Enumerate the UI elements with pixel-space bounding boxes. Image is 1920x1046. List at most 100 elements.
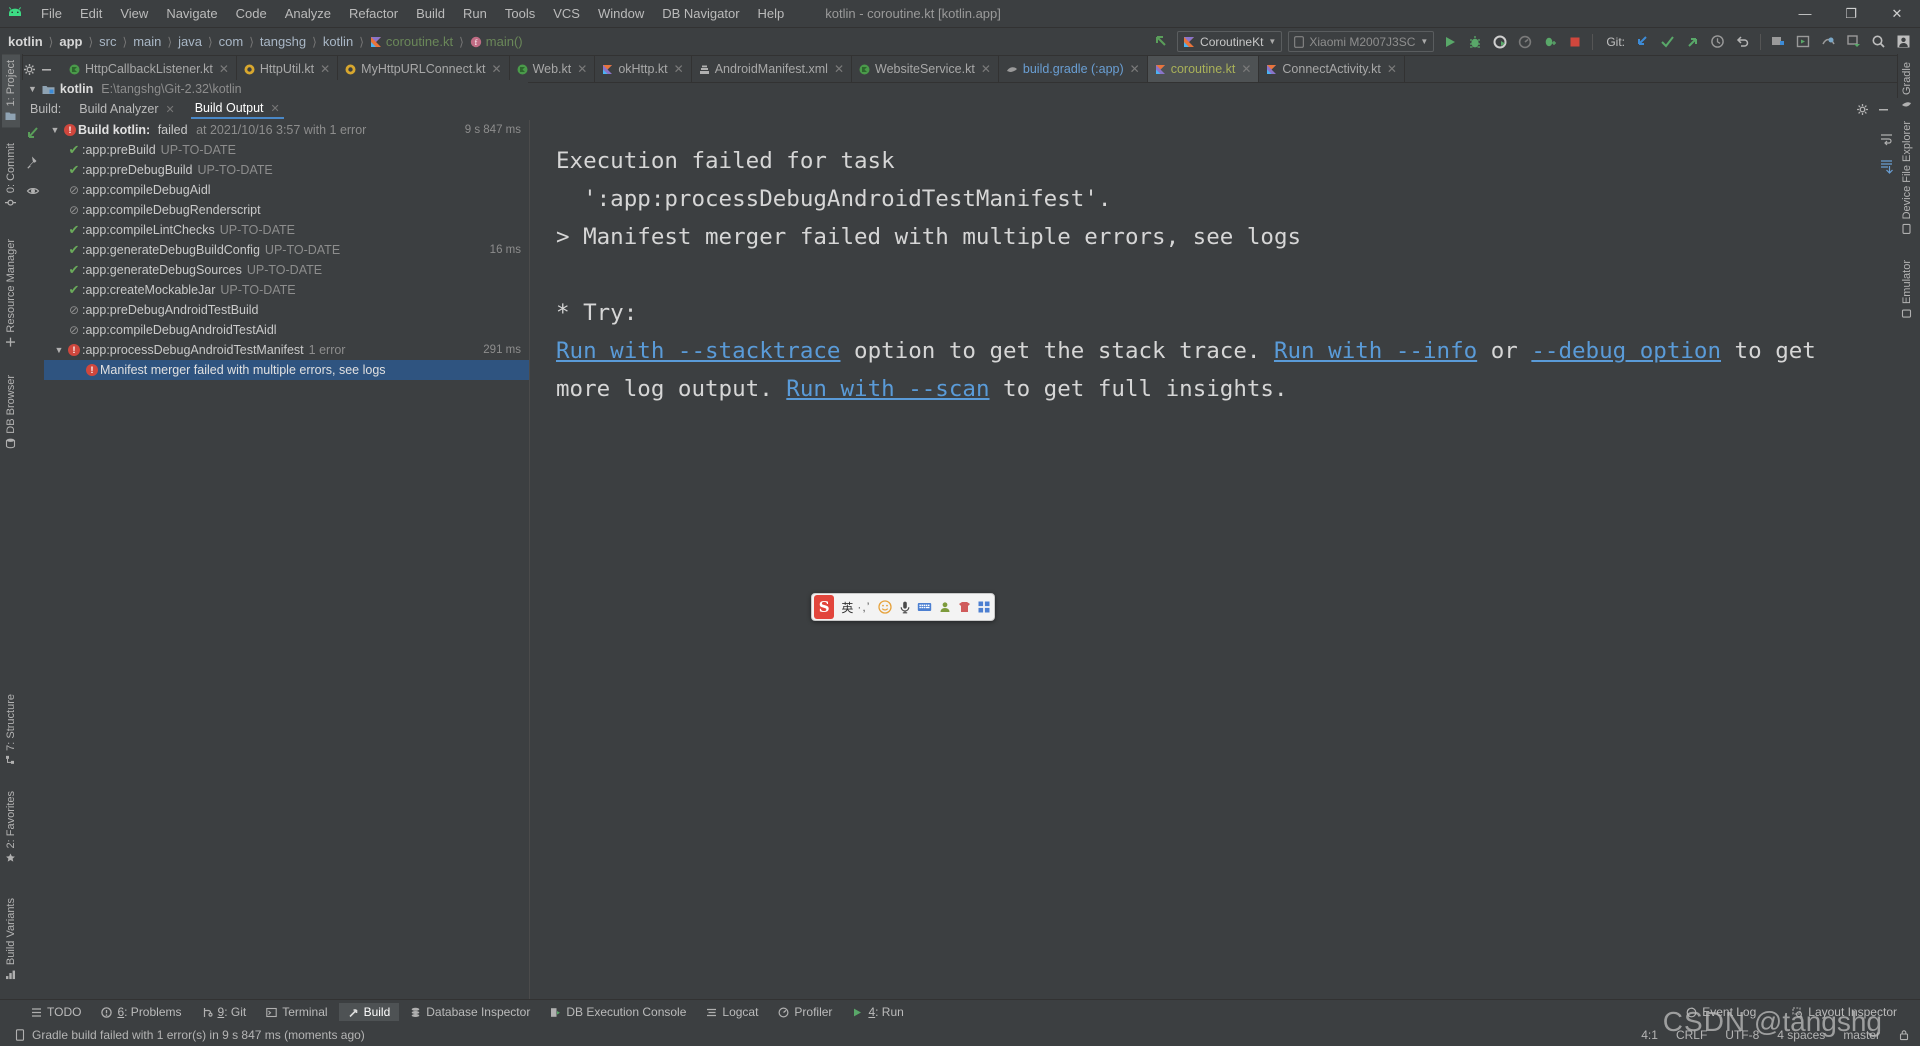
menu-code[interactable]: Code	[227, 4, 276, 23]
run-button[interactable]	[1439, 31, 1460, 52]
attach-debugger-button[interactable]	[1539, 31, 1560, 52]
link-info[interactable]: Run with --info	[1274, 338, 1477, 364]
ime-toolbar[interactable]: S 英 ·,’	[811, 593, 995, 621]
minimize-button[interactable]: —	[1782, 0, 1828, 27]
navigate-back-icon[interactable]	[1151, 31, 1172, 52]
maximize-button[interactable]: ❐	[1828, 0, 1874, 27]
minimize-panel-icon[interactable]	[1877, 103, 1890, 116]
layout-inspector-icon[interactable]	[1818, 31, 1839, 52]
tree-row-task[interactable]: ✔ :app:compileLintChecks UP-TO-DATE	[44, 220, 529, 240]
bottom-tab-db-execution-console[interactable]: DB Execution Console	[541, 1003, 695, 1021]
link-debug[interactable]: --debug option	[1531, 338, 1721, 364]
close-icon[interactable]: ✕	[219, 62, 229, 76]
breadcrumb-item-java[interactable]: java	[178, 34, 202, 49]
bottom-tab-run[interactable]: 4: Run	[843, 1003, 912, 1021]
avd-manager-icon[interactable]	[1768, 31, 1789, 52]
editor-tab-7[interactable]: build.gradle (:app) ✕	[999, 56, 1148, 82]
sidebar-item-build-variants[interactable]: Build Variants	[2, 892, 20, 986]
rerun-build-icon[interactable]	[26, 126, 41, 141]
editor-tab-3[interactable]: Web.kt ✕	[510, 56, 596, 82]
search-everywhere-icon[interactable]	[1868, 31, 1889, 52]
sidebar-item-gradle[interactable]: Gradle	[1898, 56, 1916, 115]
breadcrumb-item-app[interactable]: app	[59, 34, 82, 49]
project-root-row[interactable]: ▼ kotlin E:\tangshg\Git-2.32\kotlin	[22, 80, 528, 98]
user-icon[interactable]	[937, 599, 953, 616]
tree-row-failed-task[interactable]: ▼ ! :app:processDebugAndroidTestManifest…	[44, 340, 529, 360]
profiler-button[interactable]	[1514, 31, 1535, 52]
menu-run[interactable]: Run	[454, 4, 496, 23]
close-icon[interactable]: ✕	[674, 62, 684, 76]
editor-tab-5[interactable]: AndroidManifest.xml ✕	[692, 56, 853, 82]
soft-wrap-icon[interactable]	[1879, 132, 1894, 147]
toggle-view-icon[interactable]	[26, 184, 41, 199]
tree-row-task[interactable]: ✔ :app:preBuild UP-TO-DATE	[44, 140, 529, 160]
indent-setting[interactable]: 4 spaces	[1777, 1028, 1825, 1042]
bottom-tab-layout-inspector[interactable]: Layout Inspector	[1783, 1003, 1906, 1021]
settings-gear-icon[interactable]	[1856, 103, 1869, 116]
breadcrumb-item-com[interactable]: com	[219, 34, 244, 49]
menu-tools[interactable]: Tools	[496, 4, 544, 23]
bottom-tab-problems[interactable]: 6: Problems	[92, 1003, 190, 1021]
build-output-tree[interactable]: ▼ ! Build kotlin: failed at 2021/10/16 3…	[44, 120, 530, 1000]
bottom-tab-database-inspector[interactable]: Database Inspector	[401, 1003, 539, 1021]
run-with-coverage-button[interactable]	[1489, 31, 1510, 52]
hide-panel-icon[interactable]	[40, 63, 53, 76]
close-icon[interactable]: ✕	[1387, 62, 1397, 76]
lock-icon[interactable]	[1898, 1029, 1910, 1041]
debug-button[interactable]	[1464, 31, 1485, 52]
device-selector[interactable]: Xiaomi M2007J3SC ▼	[1288, 31, 1435, 52]
sidebar-item-db-browser[interactable]: DB Browser	[2, 369, 20, 455]
build-output-console[interactable]: Execution failed for task ':app:processD…	[530, 120, 1898, 1000]
skin-icon[interactable]	[956, 599, 972, 616]
close-icon[interactable]: ✕	[166, 103, 175, 116]
caret-position[interactable]: 4:1	[1641, 1028, 1658, 1042]
tab-build-analyzer[interactable]: Build Analyzer ✕	[75, 100, 178, 118]
file-encoding[interactable]: UTF-8	[1725, 1028, 1759, 1042]
editor-tab-4[interactable]: okHttp.kt ✕	[595, 56, 692, 82]
run-configuration-selector[interactable]: CoroutineKt ▼	[1177, 31, 1283, 52]
breadcrumb-item-src[interactable]: src	[99, 34, 116, 49]
sogou-logo-icon[interactable]: S	[814, 595, 835, 619]
device-explorer-icon[interactable]	[1843, 31, 1864, 52]
line-separator[interactable]: CRLF	[1676, 1028, 1707, 1042]
link-stacktrace[interactable]: Run with --stacktrace	[556, 338, 840, 364]
bottom-tab-todo[interactable]: TODO	[22, 1003, 90, 1021]
tree-row-task[interactable]: ⊘ :app:compileDebugAidl	[44, 180, 529, 200]
close-icon[interactable]: ✕	[320, 62, 330, 76]
link-scan[interactable]: Run with --scan	[786, 376, 989, 402]
close-icon[interactable]: ✕	[577, 62, 587, 76]
rollback-icon[interactable]	[1732, 31, 1753, 52]
chevron-down-icon[interactable]: ▼	[48, 125, 62, 135]
breadcrumb-item-func[interactable]: main()	[486, 34, 523, 49]
sidebar-item-commit[interactable]: 0: Commit	[2, 137, 20, 214]
sidebar-item-favorites[interactable]: 2: Favorites	[2, 785, 20, 869]
breadcrumb-item-kotlin-pkg[interactable]: kotlin	[323, 34, 353, 49]
ime-punctuation-label[interactable]: ·,’	[857, 600, 870, 614]
tree-row-task[interactable]: ✔ :app:generateDebugBuildConfig UP-TO-DA…	[44, 240, 529, 260]
chevron-down-icon[interactable]: ▼	[52, 345, 66, 355]
close-icon[interactable]: ✕	[492, 62, 502, 76]
editor-tab-8[interactable]: coroutine.kt ✕	[1147, 56, 1260, 82]
menu-edit[interactable]: Edit	[71, 4, 111, 23]
close-icon[interactable]: ✕	[1130, 62, 1140, 76]
apps-icon[interactable]	[976, 599, 992, 616]
close-icon[interactable]: ✕	[834, 62, 844, 76]
push-icon[interactable]	[1682, 31, 1703, 52]
bottom-tab-logcat[interactable]: Logcat	[697, 1003, 767, 1021]
menu-analyze[interactable]: Analyze	[276, 4, 340, 23]
breadcrumb-item-kotlin[interactable]: kotlin	[8, 34, 43, 49]
bottom-tab-event-log[interactable]: Event Log	[1677, 1003, 1765, 1021]
update-project-icon[interactable]	[1632, 31, 1653, 52]
close-icon[interactable]: ✕	[981, 62, 991, 76]
scroll-to-end-icon[interactable]	[1879, 159, 1894, 174]
emoji-icon[interactable]	[877, 599, 893, 616]
menu-refactor[interactable]: Refactor	[340, 4, 407, 23]
breadcrumb-item-tangshg[interactable]: tangshg	[260, 34, 306, 49]
close-icon[interactable]: ✕	[271, 102, 280, 115]
sidebar-item-resource-manager[interactable]: Resource Manager	[2, 233, 20, 354]
close-icon[interactable]: ✕	[1241, 62, 1251, 76]
menu-vcs[interactable]: VCS	[544, 4, 589, 23]
sidebar-item-project[interactable]: 1: Project	[2, 54, 20, 128]
menu-build[interactable]: Build	[407, 4, 454, 23]
tree-row-error-message[interactable]: ! Manifest merger failed with multiple e…	[44, 360, 529, 380]
